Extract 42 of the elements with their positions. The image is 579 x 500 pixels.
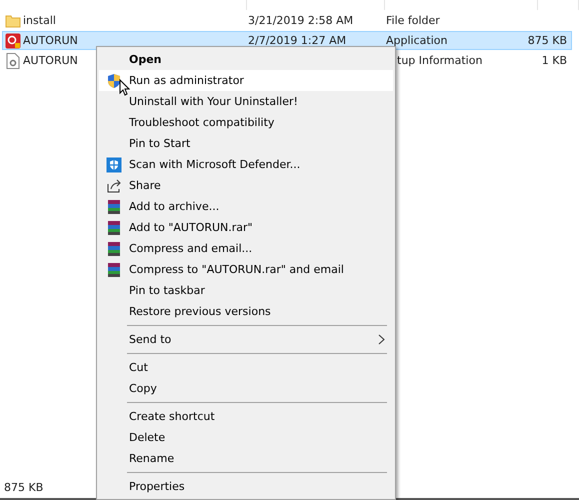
menu-item[interactable]: Pin to taskbar — [99, 280, 393, 301]
menu-item[interactable]: Send to — [99, 329, 393, 350]
menu-item[interactable]: Cut — [99, 357, 393, 378]
settings-file-icon — [6, 52, 20, 68]
menu-item[interactable]: Scan with Microsoft Defender... — [99, 154, 393, 175]
menu-item[interactable]: Properties — [99, 476, 393, 497]
menu-item[interactable]: Rename — [99, 448, 393, 469]
file-size: 875 KB — [528, 34, 568, 47]
menu-item[interactable]: Copy — [99, 378, 393, 399]
menu-item[interactable]: Add to archive... — [99, 196, 393, 217]
file-name: AUTORUN — [23, 54, 78, 67]
application-icon — [5, 32, 21, 48]
archive-books-icon — [106, 262, 122, 278]
shield-icon — [107, 72, 121, 88]
file-name: install — [23, 14, 56, 27]
selection-size: 875 KB — [4, 480, 44, 494]
file-name: AUTORUN — [23, 34, 78, 47]
folder-icon — [5, 14, 21, 28]
share-icon — [106, 178, 122, 192]
chevron-right-icon — [378, 334, 385, 345]
file-type: tup Information — [396, 54, 482, 67]
file-type: Application — [386, 34, 448, 47]
mouse-cursor-icon — [119, 79, 130, 96]
menu-item[interactable]: Restore previous versions — [99, 301, 393, 322]
menu-item[interactable]: Create shortcut — [99, 406, 393, 427]
menu-item[interactable]: Compress and email... — [99, 238, 393, 259]
file-type: File folder — [386, 14, 440, 27]
file-date: 3/21/2019 2:58 AM — [248, 14, 354, 27]
menu-item[interactable]: Open — [99, 49, 393, 70]
file-size: 1 KB — [542, 54, 568, 67]
defender-icon — [106, 156, 122, 172]
menu-item[interactable]: Pin to Start — [99, 133, 393, 154]
menu-item[interactable]: Add to "AUTORUN.rar" — [99, 217, 393, 238]
menu-item[interactable]: Uninstall with Your Uninstaller! — [99, 91, 393, 112]
menu-item[interactable]: Delete — [99, 427, 393, 448]
menu-item[interactable]: Share — [99, 175, 393, 196]
archive-books-icon — [106, 198, 122, 214]
archive-books-icon — [106, 240, 122, 256]
menu-item[interactable]: Troubleshoot compatibility — [99, 112, 393, 133]
file-date: 2/7/2019 1:27 AM — [248, 34, 346, 47]
archive-books-icon — [106, 220, 122, 236]
menu-item[interactable]: Compress to "AUTORUN.rar" and email — [99, 259, 393, 280]
